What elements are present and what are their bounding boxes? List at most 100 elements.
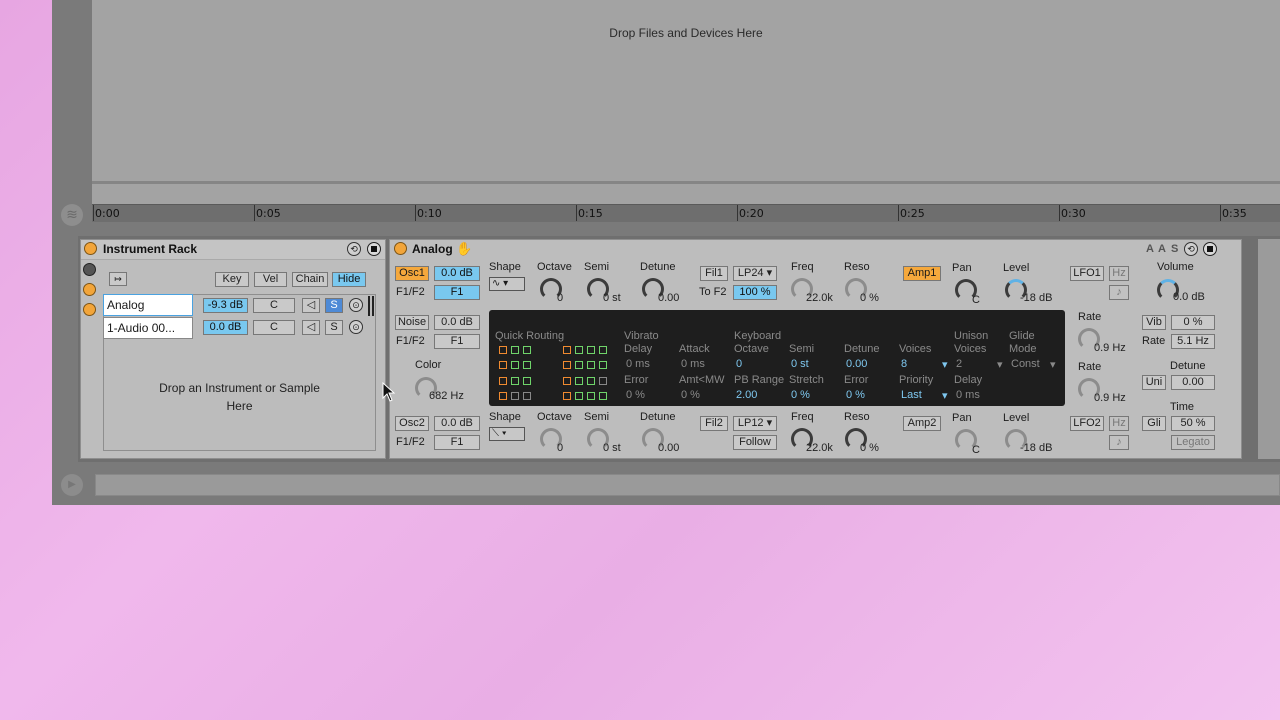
solo-button[interactable]: S [325,320,343,335]
fil2-button[interactable]: Fil2 [700,416,728,431]
osc1-button[interactable]: Osc1 [395,266,429,281]
chain-list-toggle-icon[interactable] [83,283,96,296]
vib-amount[interactable]: 0 % [1171,315,1215,330]
amp1-button[interactable]: Amp1 [903,266,941,281]
vel-button[interactable]: Vel [254,272,287,287]
routing-diagram[interactable] [563,375,607,387]
routing-diagrams[interactable] [497,344,609,402]
analog-activator-led[interactable] [394,242,407,255]
unison-voices-dropdown-icon[interactable]: ▾ [997,358,1003,371]
unison-delay-value[interactable]: 0 ms [956,389,980,401]
chain-pan[interactable]: C [253,320,295,335]
key-button[interactable]: Key [215,272,249,287]
noise-button[interactable]: Noise [395,315,429,330]
lfo2-button[interactable]: LFO2 [1070,416,1104,431]
fil2-type-select[interactable]: LP12 ▾ [733,416,777,431]
chain-name[interactable]: Analog [103,294,193,316]
time-ruler[interactable]: 0:00 0:05 0:10 0:15 0:20 0:25 0:30 0:35 [92,204,1280,222]
fil2-follow-button[interactable]: Follow [733,435,777,450]
shape1-select[interactable]: ∿ ▾ [489,277,525,291]
legato-button[interactable]: Legato [1171,435,1215,450]
lfo1-sync-note-icon[interactable]: ♪ [1109,285,1129,300]
fil1-button[interactable]: Fil1 [700,266,728,281]
gli-button[interactable]: Gli [1142,416,1166,431]
header-button-a2[interactable]: A [1158,243,1166,255]
header-button-a1[interactable]: A [1146,243,1154,255]
speaker-icon[interactable]: ◁ [302,320,320,335]
chain-activator-icon[interactable]: ⊙ [349,298,363,312]
routing-diagram[interactable] [499,344,541,356]
osc2-detune-value: 0.00 [658,442,680,454]
vib-button[interactable]: Vib [1142,315,1166,330]
vibrato-error-value[interactable]: 0 % [626,389,645,401]
routing-diagram[interactable] [499,390,541,402]
chain-button[interactable]: Chain [292,272,328,287]
osc1-f1f2[interactable]: F1 [434,285,480,300]
osc2-button[interactable]: Osc2 [395,416,429,431]
vibrato-delay-value[interactable]: 0 ms [626,358,650,370]
kb-semi-value[interactable]: 0 st [791,358,809,370]
routing-diagram[interactable] [563,344,607,356]
osc1-detune-label: Detune [640,261,676,273]
rack-activator-led[interactable] [84,242,97,255]
noise-f1f2[interactable]: F1 [434,334,480,349]
noise-level[interactable]: 0.0 dB [434,315,480,330]
unison-voices-value[interactable]: 2 [956,358,962,370]
gli-time[interactable]: 50 % [1171,416,1215,431]
macro-toggle-icon[interactable] [83,263,96,276]
vib-rate[interactable]: 5.1 Hz [1171,334,1215,349]
osc1-level[interactable]: 0.0 dB [434,266,480,281]
hide-button[interactable]: Hide [332,272,366,287]
fil1-type-select[interactable]: LP24 ▾ [733,266,777,281]
routing-diagram[interactable] [563,390,607,402]
kb-octave-value[interactable]: 0 [736,358,742,370]
chain-volume[interactable]: 0.0 dB [203,320,248,335]
ruler-tick: 0:25 [898,205,925,221]
shape2-select[interactable]: ⟍ ▾ [489,427,525,441]
osc2-level[interactable]: 0.0 dB [434,416,480,431]
analog-save-icon[interactable] [1203,242,1217,256]
solo-button[interactable]: S [325,298,343,313]
routing-diagram[interactable] [499,375,541,387]
fil1-to-f2[interactable]: 100 % [733,285,777,300]
osc1-f1f2-label: F1/F2 [396,286,425,298]
amp2-button[interactable]: Amp2 [903,416,941,431]
chain-pan[interactable]: C [253,298,295,313]
kb-detune-value[interactable]: 0.00 [846,358,867,370]
speaker-icon[interactable]: ◁ [302,298,320,313]
lfo2-sync-note-icon[interactable]: ♪ [1109,435,1129,450]
tempo-follow-icon[interactable]: ≋ [61,204,83,226]
glide-mode-dropdown-icon[interactable]: ▾ [1050,358,1056,371]
drop-instrument-line2: Here [226,399,253,413]
osc2-f1f2[interactable]: F1 [434,435,480,450]
lfo1-hz-button[interactable]: Hz [1109,266,1129,281]
kb-stretch-value[interactable]: 0 % [791,389,810,401]
kb-error-value[interactable]: 0 % [846,389,865,401]
kb-voices-value[interactable]: 8 [901,358,907,370]
glide-mode-value[interactable]: Const [1011,358,1040,370]
arrangement-view[interactable]: Drop Files and Devices Here [92,0,1280,205]
devices-toggle-icon[interactable] [83,303,96,316]
lfo1-button[interactable]: LFO1 [1070,266,1104,281]
uni-detune[interactable]: 0.00 [1171,375,1215,390]
lfo2-hz-button[interactable]: Hz [1109,416,1129,431]
vibrato-attack-value[interactable]: 0 ms [681,358,705,370]
analog-hot-swap-icon[interactable]: ⟲ [1184,242,1198,256]
rack-hot-swap-icon[interactable]: ⟲ [347,242,361,256]
osc2-octave-label: Octave [537,411,572,423]
auto-select-icon[interactable]: ↦ [109,272,127,286]
routing-diagram[interactable] [563,359,607,371]
chain-name[interactable]: 1-Audio 00... [103,317,193,339]
uni-button[interactable]: Uni [1142,375,1166,390]
routing-diagram[interactable] [499,359,541,371]
kb-priority-value[interactable]: Last [901,389,922,401]
chain-activator-icon[interactable]: ⊙ [349,320,363,334]
chain-volume[interactable]: -9.3 dB [203,298,248,313]
play-icon[interactable]: ▶ [61,474,83,496]
priority-dropdown-icon[interactable]: ▾ [942,389,948,402]
kb-pb-value[interactable]: 2.00 [736,389,757,401]
header-button-s[interactable]: S [1171,243,1178,255]
voices-dropdown-icon[interactable]: ▾ [942,358,948,371]
vibrato-amt-value[interactable]: 0 % [681,389,700,401]
rack-save-icon[interactable] [367,242,381,256]
